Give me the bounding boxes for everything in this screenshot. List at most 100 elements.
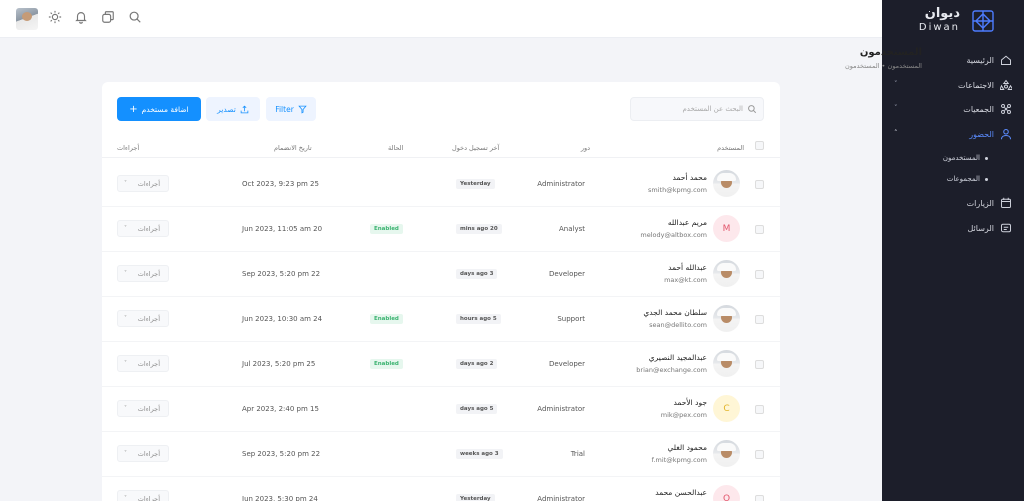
user-role: Support [557,315,585,323]
user-email: f.mit@kpmg.com [651,456,707,464]
filter-label: Filter [275,104,294,114]
logo-mark-icon [972,10,994,32]
sidebar-item-messages[interactable]: الرسائل [894,220,1012,236]
row-checkbox[interactable] [755,270,764,279]
sidebar-item-visits[interactable]: الزيارات [894,195,1012,211]
joined-date: Sep 2023, 5:20 pm 22 [242,450,321,458]
search-placeholder: البحث عن المستخدم [682,105,743,113]
chevron-down-icon: ˅ [894,104,898,112]
chevron-down-icon: ˅ [124,315,127,322]
sidebar-item-label: الزيارات [966,198,994,208]
chevron-down-icon: ˅ [124,180,127,187]
status-badge: Enabled [370,224,403,234]
row-checkbox[interactable] [755,315,764,324]
user-avatar[interactable] [16,8,38,30]
joined-date: Oct 2023, 9:23 pm 25 [242,180,319,188]
chevron-down-icon: ˅ [894,80,898,88]
sidebar: ديوان Diwan الرئيسية ˅ الاجتماعات ˅ الجم… [882,0,1024,501]
chevron-down-icon: ˅ [124,450,127,457]
user-role: Administrator [537,405,585,413]
add-user-button[interactable]: + اضافة مستخدم [117,97,201,121]
sidebar-item-label: الحضور [969,129,994,139]
user-role: Developer [548,360,585,368]
select-all-checkbox[interactable] [755,141,764,150]
search-input[interactable]: البحث عن المستخدم [630,97,764,121]
sidebar-subitem-groups[interactable]: المجموعات [947,173,988,185]
table-row: C جود الأحمد mik@pex.com Administrator days … [102,387,780,432]
chevron-down-icon: ˅ [124,495,127,501]
actions-label: أجراءات [137,449,160,458]
user-email: mik@pex.com [660,411,707,419]
table-row: عبدالمجيد النصيري brian@exchange.com Devel… [102,342,780,387]
associations-icon [1000,103,1012,115]
sidebar-item-associations[interactable]: ˅ الجمعيات [894,101,1012,117]
user-name[interactable]: سلطان محمد الجدي [643,308,707,317]
theme-sun-icon[interactable] [48,10,62,26]
actions-dropdown[interactable]: ˅ أجراءات [117,265,169,282]
user-role: Analyst [559,225,585,233]
user-name[interactable]: محمود الغلي [667,443,707,452]
last-login-badge: days ago 3 [456,269,498,279]
avatar [713,440,740,467]
top-bar [0,0,882,38]
actions-dropdown[interactable]: ˅ أجراءات [117,355,169,372]
add-user-label: اضافة مستخدم [141,104,189,114]
column-actions: أجراءات [117,144,140,152]
column-role: دور [580,144,590,152]
sidebar-item-meetings[interactable]: ˅ الاجتماعات [894,77,1012,93]
search-icon[interactable] [128,10,142,26]
user-name[interactable]: محمد أحمد [672,173,707,182]
actions-dropdown[interactable]: ˅ أجراءات [117,175,169,192]
table-row: محمد أحمد smith@kpmg.com Administrator Yest… [102,162,780,207]
actions-dropdown[interactable]: ˅ أجراءات [117,400,169,417]
table-header: المستخدم دور آخر تسجيل دخول الحالة تاريخ… [102,140,780,158]
user-name[interactable]: جود الأحمد [673,398,707,407]
user-name[interactable]: عبدالمجيد النصيري [649,353,707,362]
last-login-badge: days ago 5 [456,404,498,414]
last-login-badge: mins ago 20 [456,224,502,234]
apps-icon[interactable] [101,10,115,26]
breadcrumb: المستخدمون • المستخدمون [844,62,922,70]
user-email: smith@kpmg.com [648,186,707,194]
chevron-down-icon: ˅ [124,405,127,412]
export-button[interactable]: تصدير [206,97,260,121]
sidebar-item-attendance[interactable]: ˄ الحضور [894,126,1012,142]
avatar [713,260,740,287]
filter-button[interactable]: Filter [266,97,316,121]
table-row: محمود الغلي f.mit@kpmg.com Trial weeks ago … [102,432,780,477]
row-checkbox[interactable] [755,225,764,234]
row-checkbox[interactable] [755,495,764,501]
row-checkbox[interactable] [755,360,764,369]
sidebar-subitem-users[interactable]: المستخدمون [943,152,988,164]
chevron-down-icon: ˅ [124,225,127,232]
logo[interactable]: ديوان Diwan [906,6,996,34]
row-checkbox[interactable] [755,405,764,414]
row-checkbox[interactable] [755,450,764,459]
actions-dropdown[interactable]: ˅ أجراءات [117,490,169,501]
user-name[interactable]: مريم عبدالله [668,218,707,227]
bell-icon[interactable] [74,10,88,26]
meetings-icon [1000,79,1012,91]
status-badge: Enabled [370,314,403,324]
logo-english: Diwan [918,22,960,33]
status-badge: Enabled [370,359,403,369]
chevron-down-icon: ˅ [124,360,127,367]
actions-dropdown[interactable]: ˅ أجراءات [117,445,169,462]
table-row: عبدالله أحمد max@kt.com Developer days ago … [102,252,780,297]
actions-label: أجراءات [137,314,160,323]
actions-label: أجراءات [137,404,160,413]
avatar: O [713,485,740,501]
last-login-badge: Yesterday [456,179,495,189]
user-name[interactable]: عبدالله أحمد [668,263,707,272]
actions-label: أجراءات [137,224,160,233]
home-icon [1000,54,1012,66]
last-login-badge: weeks ago 3 [456,449,503,459]
user-name[interactable]: عبدالحسن محمد [655,488,707,497]
joined-date: Jul 2023, 5:20 pm 25 [242,360,316,368]
actions-dropdown[interactable]: ˅ أجراءات [117,310,169,327]
row-checkbox[interactable] [755,180,764,189]
user-role: Trial [570,450,585,458]
users-card: البحث عن المستخدم + اضافة مستخدم تصدير F… [102,82,780,501]
actions-dropdown[interactable]: ˅ أجراءات [117,220,169,237]
actions-label: أجراءات [137,179,160,188]
